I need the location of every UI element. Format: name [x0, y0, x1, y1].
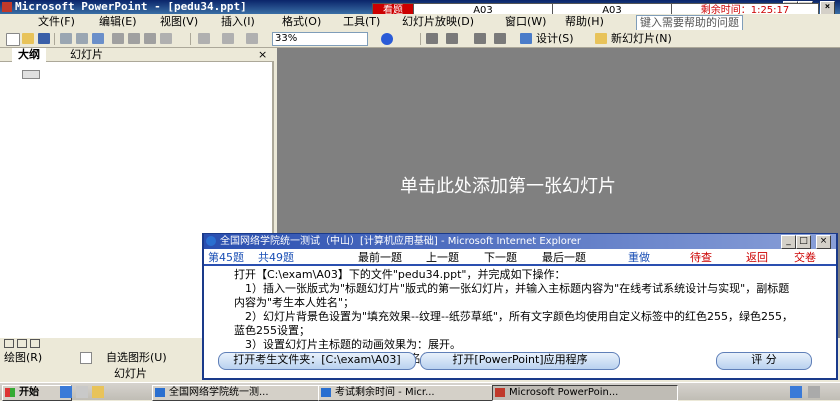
task-exam-browser[interactable]: 全国网络学院统一测...	[152, 385, 332, 401]
menu-bar: 文件(F) 编辑(E) 视图(V) 插入(I) 格式(O) 工具(T) 幻灯片放…	[0, 14, 840, 31]
first-question-link[interactable]: 最前一题	[358, 250, 402, 265]
design-icon	[520, 33, 532, 44]
menu-format[interactable]: 格式(O)	[282, 15, 321, 29]
task-label: 考试剩余时间 - Micr...	[335, 387, 435, 398]
normal-view-icon[interactable]	[4, 339, 14, 348]
save-icon[interactable]	[38, 33, 50, 44]
slideshow-view-icon[interactable]	[30, 339, 40, 348]
start-label: 开始	[19, 387, 39, 398]
dialog-minimize-button[interactable]: _	[781, 235, 796, 249]
pane-tabs: 大纲 幻灯片 ×	[0, 48, 274, 62]
task-label: 全国网络学院统一测...	[169, 387, 269, 398]
last-question-link[interactable]: 最后一题	[542, 250, 586, 265]
drawing-toolbar: 绘图(R) 自选图形(U)	[0, 350, 210, 366]
spelling-icon[interactable]	[92, 33, 104, 44]
question-number: 第45题	[208, 251, 244, 264]
increase-indent-icon[interactable]	[494, 33, 506, 44]
open-folder-icon[interactable]	[22, 33, 34, 44]
dialog-close-button[interactable]: ×	[816, 235, 831, 249]
question-line: 1）插入一张版式为"标题幻灯片"版式的第一张幻灯片，并输入主标题内容为"在线考试…	[234, 282, 790, 309]
dialog-maximize-button[interactable]: □	[796, 235, 811, 249]
insert-table-icon[interactable]	[222, 33, 234, 44]
dialog-title-bar[interactable]: 全国网络学院统一测试（中山）[计算机应用基础] - Microsoft Inte…	[204, 234, 836, 249]
quicklaunch-ie-icon[interactable]	[60, 386, 72, 398]
paste-icon[interactable]	[144, 33, 156, 44]
open-app-button[interactable]: 打开[PowerPoint]应用程序	[420, 352, 620, 370]
menu-help[interactable]: 帮助(H)	[565, 15, 604, 29]
question-line: 3）设置幻灯片主标题的动画效果为：展开。	[234, 338, 461, 351]
new-slide-button[interactable]: 新幻灯片(N)	[611, 32, 672, 46]
quicklaunch-desktop-icon[interactable]	[76, 386, 88, 398]
help-search-input[interactable]: 键入需要帮助的问题	[636, 15, 743, 31]
question-line: 2）幻灯片背景色设置为"填充效果--纹理--纸莎草纸"，所有文字颜色均使用自定义…	[234, 310, 793, 337]
design-button[interactable]: 设计(S)	[536, 32, 574, 46]
print-preview-icon[interactable]	[76, 33, 88, 44]
slide-placeholder-text[interactable]: 单击此处添加第一张幻灯片	[400, 172, 616, 198]
taskbar: 开始 全国网络学院统一测... 考试剩余时间 - Micr... Microso…	[0, 382, 840, 401]
question-line: 打开【C:\exam\A03】下的文件"pedu34.ppt"，并完成如下操作：	[234, 268, 566, 281]
sorter-view-icon[interactable]	[17, 339, 27, 348]
window-title: Microsoft PowerPoint - [pedu34.ppt]	[15, 0, 247, 13]
menu-file[interactable]: 文件(F)	[38, 15, 75, 29]
dialog-title: 全国网络学院统一测试（中山）[计算机应用基础] - Microsoft Inte…	[220, 236, 581, 247]
question-nav-bar: 第45题 共49题 最前一题 上一题 下一题 最后一题 重做 待查 返回 交卷	[204, 249, 836, 266]
score-button[interactable]: 评 分	[716, 352, 812, 370]
insert-chart-icon[interactable]	[198, 33, 210, 44]
cut-icon[interactable]	[112, 33, 124, 44]
new-file-icon[interactable]	[6, 33, 20, 46]
menu-edit[interactable]: 编辑(E)	[99, 15, 137, 29]
question-total: 共49题	[258, 251, 294, 264]
menu-insert[interactable]: 插入(I)	[221, 15, 255, 29]
tab-slides[interactable]: 幻灯片	[64, 48, 109, 62]
slide-thumbnail-icon[interactable]	[22, 70, 40, 79]
menu-slideshow[interactable]: 幻灯片放映(D)	[402, 15, 474, 29]
menu-view[interactable]: 视图(V)	[160, 15, 198, 29]
numbering-icon[interactable]	[426, 33, 438, 44]
menu-window[interactable]: 窗口(W)	[505, 15, 546, 29]
help-icon[interactable]	[381, 33, 393, 45]
quicklaunch-folder-icon[interactable]	[92, 386, 104, 398]
ie-icon	[155, 388, 165, 397]
bullets-icon[interactable]	[446, 33, 458, 44]
zoom-select[interactable]: 33%	[272, 32, 368, 46]
return-link[interactable]: 返回	[746, 250, 768, 265]
copy-icon[interactable]	[128, 33, 140, 44]
undo-icon[interactable]	[160, 33, 172, 44]
view-buttons	[0, 338, 210, 350]
tray-volume-icon[interactable]	[808, 386, 820, 398]
close-pane-icon[interactable]: ×	[258, 48, 267, 62]
tab-outline[interactable]: 大纲	[12, 48, 46, 62]
grayscale-icon[interactable]	[246, 33, 258, 44]
pending-link[interactable]: 待查	[690, 250, 712, 265]
windows-logo-icon	[5, 388, 15, 397]
select-objects-icon[interactable]	[80, 352, 92, 364]
autoshapes-button[interactable]: 自选图形(U)	[106, 351, 167, 365]
task-exam-timer[interactable]: 考试剩余时间 - Micr...	[318, 385, 506, 401]
menu-tools[interactable]: 工具(T)	[343, 15, 380, 29]
open-folder-button[interactable]: 打开考生文件夹：[C:\exam\A03]	[218, 352, 416, 370]
tray-network-icon[interactable]	[790, 386, 802, 398]
task-label: Microsoft PowerPoin...	[509, 387, 619, 398]
draw-menu-button[interactable]: 绘图(R)	[4, 351, 42, 365]
standard-toolbar: 33% 设计(S) 新幻灯片(N)	[0, 30, 840, 48]
submit-link[interactable]: 交卷	[794, 250, 816, 265]
powerpoint-icon	[2, 2, 12, 12]
status-bar: 幻灯片	[0, 367, 210, 381]
powerpoint-icon	[495, 388, 505, 397]
next-question-link[interactable]: 下一题	[484, 250, 517, 265]
status-text: 幻灯片	[114, 367, 147, 380]
ie-icon	[206, 236, 216, 246]
redo-link[interactable]: 重做	[628, 250, 650, 265]
task-powerpoint[interactable]: Microsoft PowerPoin...	[492, 385, 678, 401]
print-icon[interactable]	[60, 33, 72, 44]
ie-icon	[321, 388, 331, 397]
decrease-indent-icon[interactable]	[474, 33, 486, 44]
close-button[interactable]: ×	[820, 1, 835, 15]
new-slide-icon	[595, 33, 607, 44]
prev-question-link[interactable]: 上一题	[426, 250, 459, 265]
